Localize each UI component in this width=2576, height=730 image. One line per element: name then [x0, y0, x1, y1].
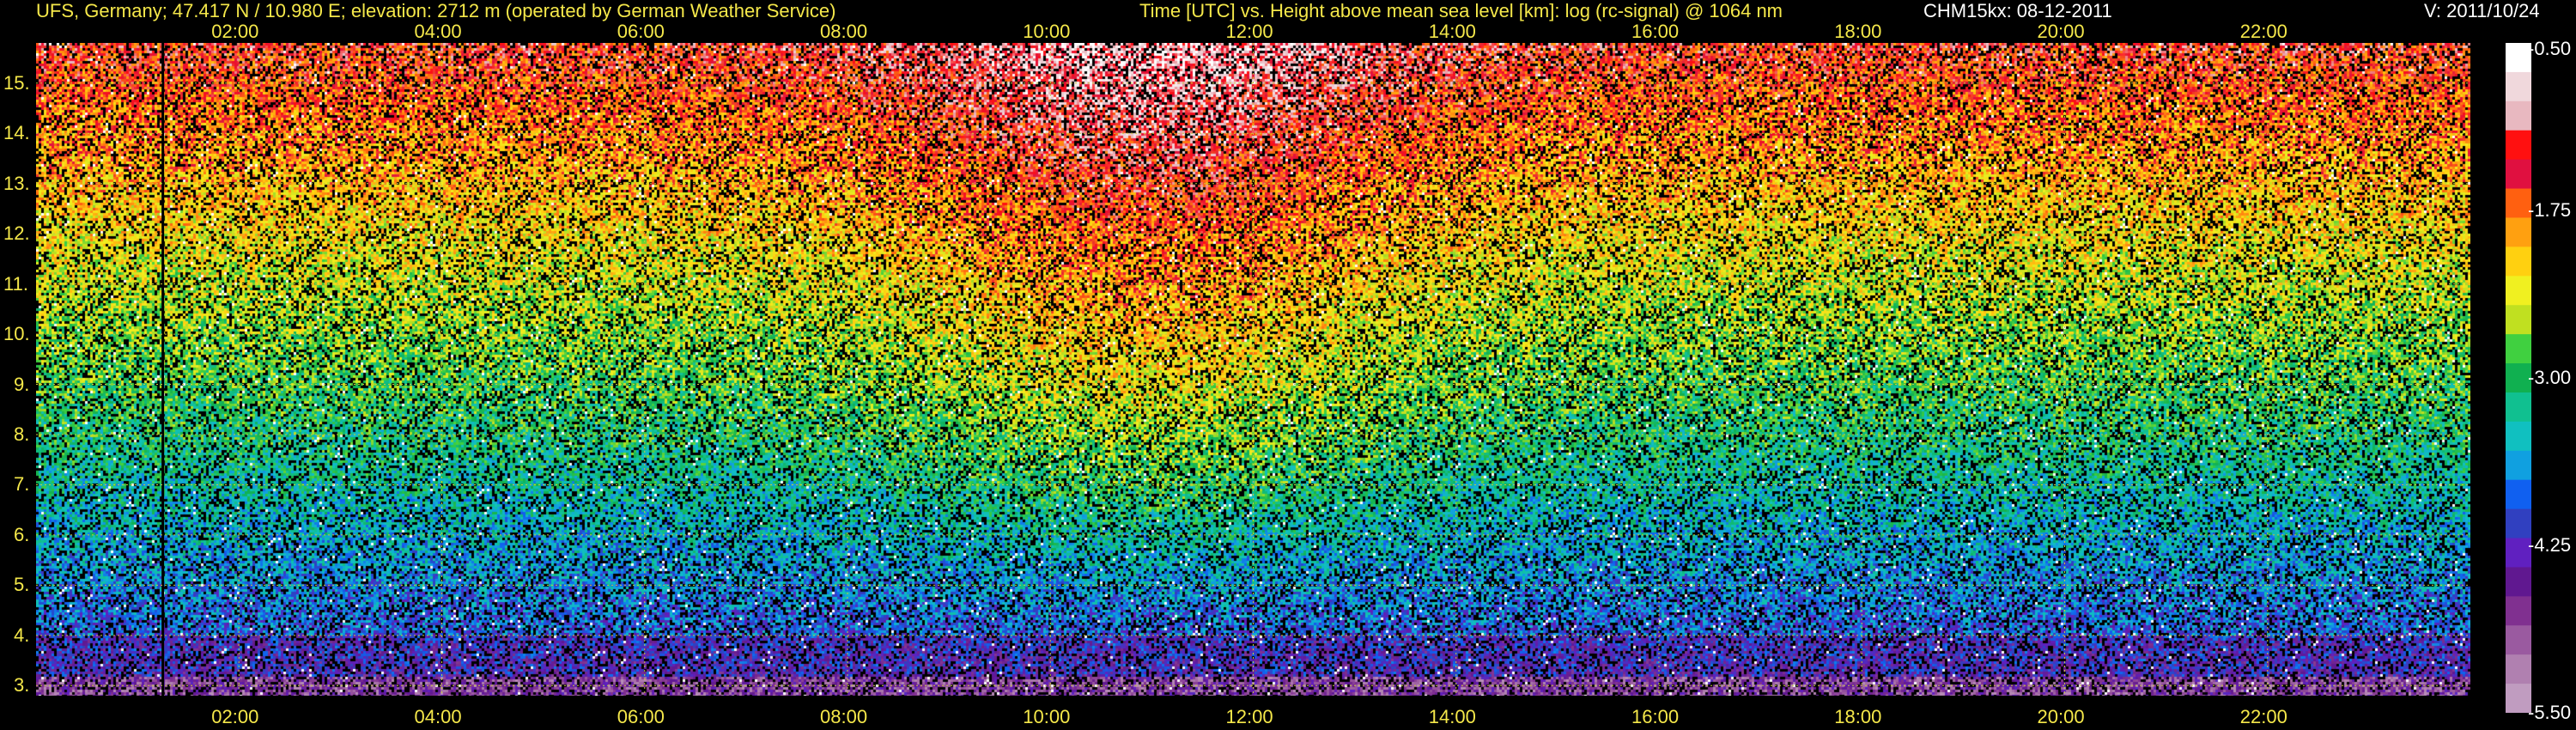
colorbar-swatch [2506, 246, 2531, 277]
version-label: V: 2011/10/24 [2424, 0, 2540, 21]
station-info: UFS, Germany; 47.417 N / 10.980 E; eleva… [36, 0, 836, 21]
x-tick-label-top: 12:00 [1225, 21, 1273, 42]
x-tick-label-top: 06:00 [617, 21, 665, 42]
x-tick-label-top: 18:00 [1834, 21, 1882, 42]
colorbar-tick-label: -4.25 [2528, 534, 2572, 556]
x-tick-label-bottom: 22:00 [2239, 706, 2287, 727]
colorbar-swatch [2506, 625, 2531, 655]
heatmap-plot [36, 43, 2470, 696]
x-tick-label-bottom: 20:00 [2037, 706, 2085, 727]
instrument-date: CHM15kx: 08-12-2011 [1923, 0, 2112, 21]
colorbar-tick-label: -1.75 [2528, 199, 2572, 221]
x-tick-label-bottom: 12:00 [1225, 706, 1273, 727]
y-tick-label: 7. [14, 473, 30, 496]
y-tick-label: 3. [14, 674, 30, 697]
y-tick-label: 10. [3, 323, 30, 345]
y-tick-label: 15. [3, 71, 30, 94]
colorbar-swatch [2506, 450, 2531, 481]
y-tick-label: 9. [14, 373, 30, 395]
y-tick-label: 4. [14, 624, 30, 646]
x-tick-label-bottom: 16:00 [1631, 706, 1680, 727]
x-tick-label-bottom: 18:00 [1834, 706, 1882, 727]
data-gap [161, 43, 165, 696]
colorbar-tick-label: -0.50 [2528, 38, 2572, 59]
x-tick-label-top: 04:00 [414, 21, 462, 42]
x-tick-label-bottom: 02:00 [211, 706, 259, 727]
colorbar-swatch [2506, 276, 2531, 306]
x-tick-label-bottom: 04:00 [414, 706, 462, 727]
x-tick-label-top: 08:00 [820, 21, 868, 42]
colorbar-swatch [2506, 334, 2531, 364]
colorbar-swatch [2506, 596, 2531, 626]
chart-title: Time [UTC] vs. Height above mean sea lev… [1139, 0, 1783, 21]
x-tick-label-bottom: 08:00 [820, 706, 868, 727]
x-tick-label-bottom: 14:00 [1428, 706, 1476, 727]
colorbar-swatch [2506, 392, 2531, 423]
y-tick-label: 6. [14, 523, 30, 545]
colorbar-swatch [2506, 100, 2531, 131]
y-tick-label: 8. [14, 423, 30, 445]
heatmap-svg [36, 43, 2470, 696]
colorbar-swatch [2506, 654, 2531, 684]
colorbar-tick-label: -3.00 [2528, 367, 2572, 388]
y-tick-label: 5. [14, 574, 30, 596]
x-tick-label-top: 14:00 [1428, 21, 1476, 42]
x-tick-label-top: 10:00 [1023, 21, 1071, 42]
colorbar-swatch [2506, 217, 2531, 247]
colorbar-swatch [2506, 71, 2531, 102]
x-tick-label-top: 22:00 [2239, 21, 2287, 42]
colorbar-swatch [2506, 159, 2531, 190]
x-tick-label-top: 16:00 [1631, 21, 1680, 42]
colorbar-tick-label: -5.50 [2528, 702, 2572, 723]
x-tick-label-bottom: 10:00 [1023, 706, 1071, 727]
y-tick-label: 13. [3, 172, 30, 194]
x-tick-label-bottom: 06:00 [617, 706, 665, 727]
y-tick-label: 12. [3, 222, 30, 245]
colorbar-swatch [2506, 130, 2531, 161]
colorbar-swatch [2506, 479, 2531, 510]
colorbar-swatch [2506, 567, 2531, 597]
y-tick-label: 14. [3, 122, 30, 144]
y-tick-label: 11. [3, 272, 28, 295]
colorbar-swatch [2506, 421, 2531, 452]
x-tick-label-top: 20:00 [2037, 21, 2085, 42]
colorbar-swatch [2506, 305, 2531, 335]
x-tick-label-top: 02:00 [211, 21, 259, 42]
